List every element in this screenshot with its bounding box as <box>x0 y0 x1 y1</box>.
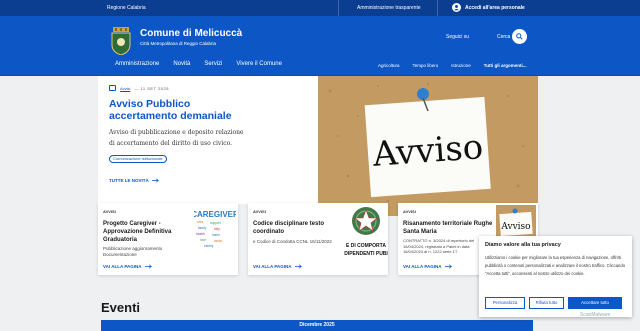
card-link-label: VAI ALLA PAGINA <box>403 264 442 269</box>
card-link[interactable]: VAI ALLA PAGINA <box>253 264 302 269</box>
corkboard-illustration: Avviso <box>318 76 538 216</box>
events-title: Eventi <box>101 300 141 315</box>
news-meta: Avvisi — 11 SET 2025 <box>109 85 169 91</box>
news-date: — 11 SET 2025 <box>134 85 169 91</box>
login-label: Accedi all'area personale <box>465 4 525 11</box>
divider <box>338 0 339 16</box>
region-link[interactable]: Regione Calabria <box>107 5 146 11</box>
svg-text:elderly: elderly <box>204 244 214 248</box>
cookie-text: Utilizziamo i cookie per migliorare la t… <box>485 255 626 276</box>
svg-text:health: health <box>196 232 205 236</box>
topic-all[interactable]: Tutti gli argomenti... <box>484 63 527 68</box>
site-name[interactable]: Comune di Melicuccà <box>140 28 242 39</box>
topic-tempo-libero[interactable]: Tempo libero <box>413 63 439 68</box>
svg-text:DIPENDENTI PUBI: DIPENDENTI PUBI <box>344 251 388 257</box>
top-bar: Regione Calabria Amministrazione traspar… <box>0 0 640 16</box>
svg-text:E DI COMPORTA: E DI COMPORTA <box>346 243 386 249</box>
card-title[interactable]: Risanamento territoriale Rughe Santa Mar… <box>403 220 499 236</box>
site-header: Comune di Melicuccà Città Metropolitana … <box>0 16 640 75</box>
watermark: ScanMalware <box>580 312 611 318</box>
card-description: Pubblicazione aggiornamento Documentazio… <box>103 246 163 257</box>
card-category: AVVISI <box>103 209 116 214</box>
svg-text:care: care <box>197 220 203 224</box>
site-subtitle: Città Metropolitana di Reggio Calabria <box>140 41 217 46</box>
svg-text:help: help <box>214 227 220 231</box>
card-link[interactable]: VAI ALLA PAGINA <box>403 264 452 269</box>
nav-amministrazione[interactable]: Amministrazione <box>115 61 159 67</box>
card-description: e Codice di Condotta CCNL 16/11/2022 <box>253 239 332 244</box>
search-label: Cerca <box>497 34 511 40</box>
thumb-text: CAREGIVER <box>194 210 236 219</box>
transparency-link[interactable]: Amministrazione trasparente <box>357 5 421 11</box>
card-title[interactable]: Progetto Caregiver - Approvazione Defini… <box>103 220 189 244</box>
card-category: AVVISI <box>403 209 416 214</box>
svg-text:assist: assist <box>214 239 222 243</box>
svg-text:support: support <box>210 221 221 225</box>
svg-text:love: love <box>200 238 206 242</box>
arrow-right-icon <box>151 178 159 183</box>
calendar-month-bar[interactable]: Dicembre 2025 <box>101 320 533 331</box>
coat-of-arms-logo[interactable] <box>110 27 132 55</box>
card-link-label: VAI ALLA PAGINA <box>103 264 142 269</box>
search-icon <box>516 33 523 40</box>
follow-label: Seguici su <box>446 34 470 40</box>
svg-text:family: family <box>198 226 207 230</box>
reject-all-button[interactable]: Rifiuta tutto <box>529 297 564 309</box>
news-category[interactable]: Avvisi <box>120 86 130 91</box>
main-nav: Amministrazione Novità Servizi Vivere il… <box>0 58 640 75</box>
news-title[interactable]: Avviso Pubblico accertamento demaniale <box>109 98 259 122</box>
cookie-title: Diamo valore alla tua privacy <box>485 242 561 248</box>
user-icon <box>452 3 461 12</box>
arrow-right-icon <box>444 264 452 269</box>
card-description: CONTRATTO n. 3/2024 di repertorio del 16… <box>403 238 475 254</box>
card-thumbnail: Avviso <box>496 205 536 237</box>
svg-text:home: home <box>212 233 220 237</box>
calendar-icon <box>109 85 116 91</box>
all-news-label: TUTTE LE NOVITÀ <box>109 178 149 183</box>
card-thumbnail: E DI COMPORTA DIPENDENTI PUBI <box>344 203 388 263</box>
nav-vivere-il-comune[interactable]: Vivere il Comune <box>236 61 282 67</box>
topic-agricoltura[interactable]: Agricoltura <box>378 63 400 68</box>
card-link-label: VAI ALLA PAGINA <box>253 264 292 269</box>
card-link[interactable]: VAI ALLA PAGINA <box>103 264 152 269</box>
arrow-right-icon <box>294 264 302 269</box>
customize-button[interactable]: Personalizza <box>485 297 525 309</box>
all-news-link[interactable]: TUTTE LE NOVITÀ <box>109 178 159 183</box>
news-image[interactable]: Avviso <box>318 76 538 216</box>
arrow-right-icon <box>144 264 152 269</box>
image-text: Avviso <box>371 127 485 175</box>
cookie-banner: Diamo valore alla tua privacy Utilizziam… <box>479 236 632 317</box>
news-description: Avviso di pubblicazione e deposito relaz… <box>109 129 244 147</box>
login-button[interactable]: Accedi all'area personale <box>452 3 525 12</box>
news-card[interactable]: AVVISI Codice disciplinare testo coordin… <box>248 203 388 275</box>
card-category: AVVISI <box>253 209 266 214</box>
accept-all-button[interactable]: Accettare tutto <box>568 297 622 309</box>
card-title[interactable]: Codice disciplinare testo coordinato <box>253 220 339 236</box>
search-button[interactable] <box>512 29 527 44</box>
nav-novita[interactable]: Novità <box>173 61 190 67</box>
topic-istruzione[interactable]: Istruzione <box>451 63 471 68</box>
news-card[interactable]: AVVISI Progetto Caregiver - Approvazione… <box>98 203 238 275</box>
divider <box>437 0 438 16</box>
card-thumbnail: CAREGIVER care support family help health ho… <box>194 207 236 252</box>
nav-servizi[interactable]: Servizi <box>204 61 222 67</box>
news-tag[interactable]: Comunicazione istituzionale <box>109 155 167 163</box>
thumb-text: Avviso <box>500 222 530 232</box>
